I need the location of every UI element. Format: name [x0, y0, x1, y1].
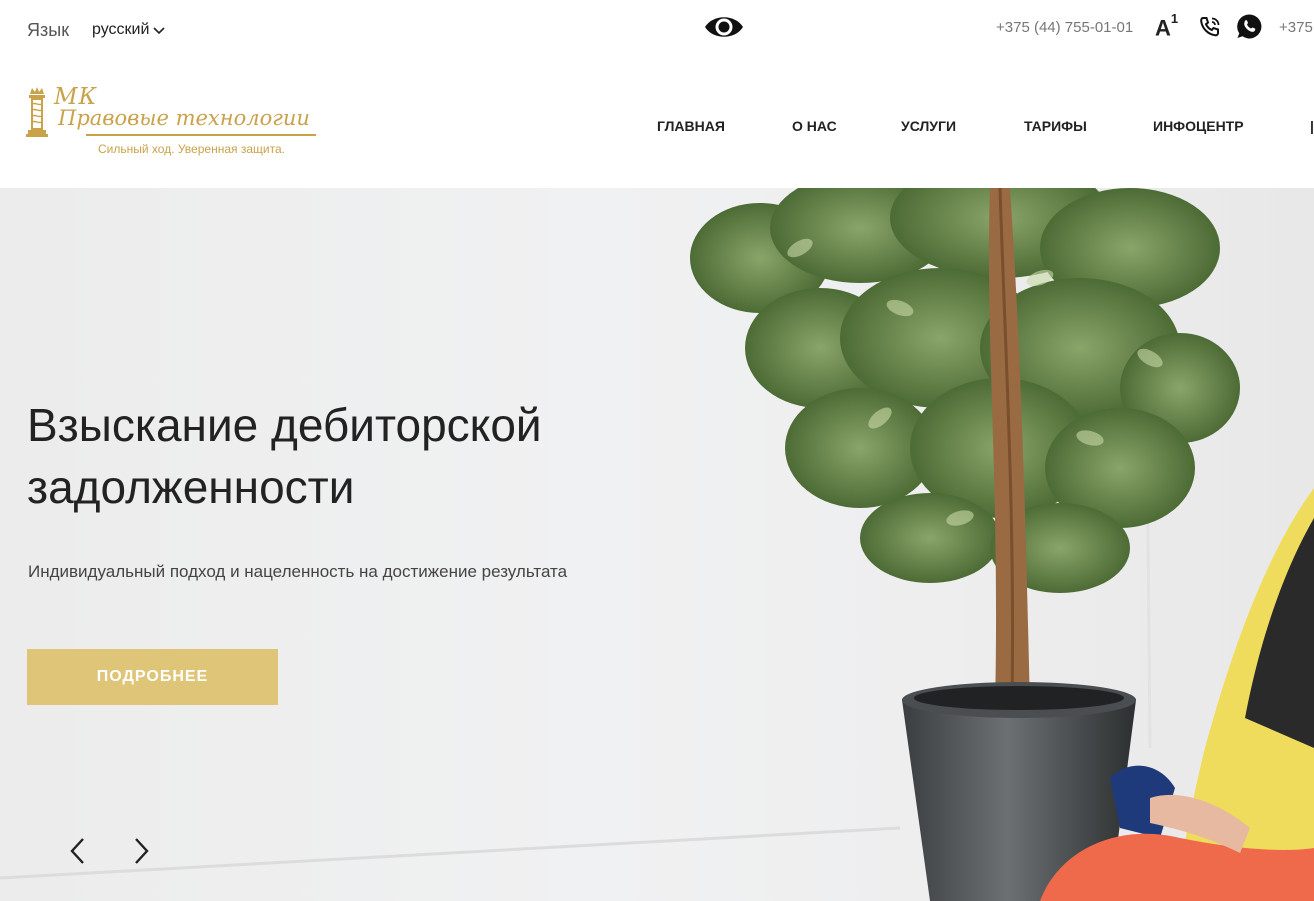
- hero-subtitle: Индивидуальный подход и нацеленность на …: [28, 562, 568, 581]
- font-size-label: A: [1155, 15, 1171, 41]
- nav-item-home[interactable]: ГЛАВНАЯ: [657, 118, 725, 134]
- font-size-button[interactable]: A1: [1155, 11, 1178, 41]
- nav-item-tariffs[interactable]: ТАРИФЫ: [1024, 118, 1087, 134]
- phone-link-secondary[interactable]: +375: [1279, 19, 1313, 36]
- top-bar: Язык русский +375 (44) 755-01-01 A1 +375: [0, 0, 1314, 60]
- phone-link-primary[interactable]: +375 (44) 755-01-01: [996, 19, 1133, 36]
- whatsapp-icon[interactable]: [1236, 13, 1263, 40]
- nav-item-about[interactable]: О НАС: [792, 118, 837, 134]
- details-button[interactable]: ПОДРОБНЕЕ: [27, 649, 278, 705]
- language-label: Язык: [27, 20, 70, 40]
- site-header: МК Правовые технологии Сильный ход. Увер…: [0, 60, 1314, 188]
- hero-slider: Взыскание дебиторской задолженности Инди…: [0, 188, 1314, 901]
- chevron-right-icon[interactable]: [127, 836, 153, 866]
- language-select[interactable]: русский: [92, 21, 165, 39]
- nav-item-infocenter[interactable]: ИНФОЦЕНТР: [1153, 118, 1244, 134]
- hero-title: Взыскание дебиторской задолженности: [27, 399, 542, 513]
- phone-call-icon[interactable]: [1198, 15, 1222, 39]
- hero-background-image: [0, 188, 1314, 901]
- nav-item-services[interactable]: УСЛУГИ: [901, 118, 956, 134]
- chevron-left-icon[interactable]: [66, 836, 92, 866]
- eye-icon[interactable]: [703, 11, 745, 43]
- logo-tagline: Сильный ход. Уверенная защита.: [98, 142, 285, 156]
- font-size-sup: 1: [1170, 11, 1179, 26]
- nav-item-clipped[interactable]: |: [1310, 118, 1314, 134]
- main-nav: ГЛАВНАЯ О НАС УСЛУГИ ТАРИФЫ ИНФОЦЕНТР |: [0, 118, 1314, 138]
- chevron-down-icon: [153, 27, 165, 35]
- language-value: русский: [92, 21, 150, 38]
